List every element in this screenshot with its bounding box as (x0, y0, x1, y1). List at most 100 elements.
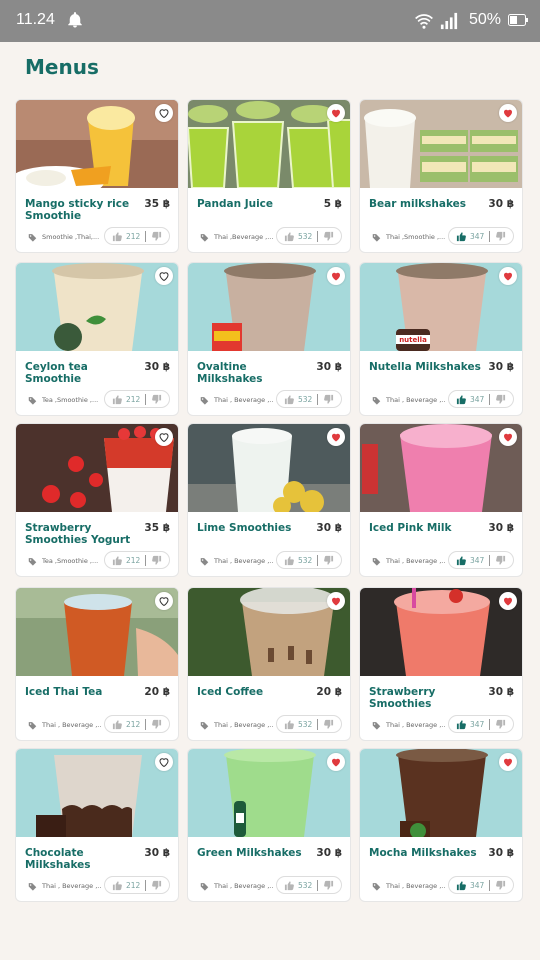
menu-card[interactable]: Mocha Milkshakes 30 ฿ Thai , Beverage ,.… (359, 748, 523, 902)
favorite-heart-icon[interactable] (327, 592, 345, 610)
vote-count: 212 (126, 881, 141, 890)
thumbs-down-icon[interactable] (323, 231, 334, 242)
menu-card[interactable]: Chocolate Milkshakes 30 ฿ Thai , Beverag… (15, 748, 179, 902)
favorite-heart-icon[interactable] (155, 592, 173, 610)
signal-icon (440, 12, 458, 30)
tag-icon (372, 234, 381, 242)
menu-card[interactable]: Iced Thai Tea 20 ฿ Thai , Beverage ,... … (15, 587, 179, 741)
menu-item-name: Ovaltine Milkshakes (197, 361, 263, 385)
battery-icon (508, 14, 528, 26)
thumbs-down-icon[interactable] (323, 880, 334, 891)
favorite-heart-icon[interactable] (499, 267, 517, 285)
vote-divider (489, 880, 490, 891)
wifi-icon (415, 14, 433, 29)
thumbs-down-icon[interactable] (495, 394, 506, 405)
thumbs-down-icon[interactable] (151, 880, 162, 891)
thumbs-up-icon[interactable] (284, 394, 295, 405)
thumbs-up-icon[interactable] (456, 880, 467, 891)
thumbs-up-icon[interactable] (112, 231, 123, 242)
menu-card[interactable]: Strawberry Smoothies 30 ฿ Thai , Beverag… (359, 587, 523, 741)
menu-item-tags: Thai , Beverage ,... (42, 882, 102, 890)
tag-icon (28, 883, 37, 891)
battery-level: 50% (469, 11, 502, 28)
menu-item-name: Nutella Milkshakes (369, 361, 481, 373)
menu-item-tags: Thai , Beverage ,... (214, 557, 274, 565)
favorite-heart-icon[interactable] (155, 267, 173, 285)
thumbs-up-icon[interactable] (112, 880, 123, 891)
thumbs-down-icon[interactable] (323, 719, 334, 730)
vote-pill: 212 (104, 390, 170, 408)
menu-card[interactable]: Bear milkshakes 30 ฿ Thai ,Smoothie ,...… (359, 99, 523, 253)
thumbs-up-icon[interactable] (112, 394, 123, 405)
favorite-heart-icon[interactable] (499, 592, 517, 610)
menu-item-price: 30 ฿ (144, 361, 170, 373)
thumbs-up-icon[interactable] (456, 231, 467, 242)
thumbs-up-icon[interactable] (284, 555, 295, 566)
thumbs-up-icon[interactable] (112, 719, 123, 730)
thumbs-down-icon[interactable] (495, 555, 506, 566)
thumbs-down-icon[interactable] (495, 231, 506, 242)
tag-icon (372, 558, 381, 566)
favorite-heart-icon[interactable] (327, 753, 345, 771)
tag-icon (28, 722, 37, 730)
menu-item-price: 20 ฿ (144, 686, 170, 698)
thumbs-down-icon[interactable] (151, 394, 162, 405)
thumbs-up-icon[interactable] (456, 555, 467, 566)
favorite-heart-icon[interactable] (499, 428, 517, 446)
menu-item-tags: Thai ,Beverage ,... (214, 233, 274, 241)
vote-pill: 347 (448, 715, 514, 733)
thumbs-down-icon[interactable] (323, 394, 334, 405)
menu-item-name: Iced Thai Tea (25, 686, 103, 698)
vote-count: 212 (126, 720, 141, 729)
vote-pill: 347 (448, 876, 514, 894)
tag-icon (200, 397, 209, 405)
menu-card[interactable]: Pandan Juice 5 ฿ Thai ,Beverage ,... 532 (187, 99, 351, 253)
vote-divider (317, 880, 318, 891)
thumbs-up-icon[interactable] (456, 394, 467, 405)
menu-card[interactable]: Lime Smoothies 30 ฿ Thai , Beverage ,...… (187, 423, 351, 577)
thumbs-down-icon[interactable] (151, 231, 162, 242)
thumbs-up-icon[interactable] (284, 880, 295, 891)
menu-card[interactable]: Mango sticky rice Smoothie 35 ฿ Smoothie… (15, 99, 179, 253)
tag-icon (372, 722, 381, 730)
menu-card[interactable]: Green Milkshakes 30 ฿ Thai , Beverage ,.… (187, 748, 351, 902)
menu-item-name: Bear milkshakes (369, 198, 467, 210)
menu-card[interactable]: nutella Nutella Milkshakes 30 ฿ Thai , B… (359, 262, 523, 416)
thumbs-down-icon[interactable] (151, 555, 162, 566)
thumbs-up-icon[interactable] (112, 555, 123, 566)
favorite-heart-icon[interactable] (327, 267, 345, 285)
thumbs-down-icon[interactable] (495, 719, 506, 730)
menu-card[interactable]: Ceylon tea Smoothie 30 ฿ Tea ,Smoothie ,… (15, 262, 179, 416)
menu-item-price: 30 ฿ (488, 847, 514, 859)
thumbs-down-icon[interactable] (495, 880, 506, 891)
vote-divider (145, 555, 146, 566)
vote-divider (317, 231, 318, 242)
favorite-heart-icon[interactable] (327, 428, 345, 446)
menu-item-price: 30 ฿ (488, 361, 514, 373)
menu-card[interactable]: Ovaltine Milkshakes 30 ฿ Thai , Beverage… (187, 262, 351, 416)
favorite-heart-icon[interactable] (155, 428, 173, 446)
menu-item-name: Mocha Milkshakes (369, 847, 477, 859)
vote-divider (145, 231, 146, 242)
favorite-heart-icon[interactable] (499, 753, 517, 771)
favorite-heart-icon[interactable] (155, 104, 173, 122)
menu-card[interactable]: Iced Coffee 20 ฿ Thai , Beverage ,... 53… (187, 587, 351, 741)
thumbs-up-icon[interactable] (284, 719, 295, 730)
thumbs-up-icon[interactable] (284, 231, 295, 242)
vote-count: 532 (298, 720, 313, 729)
favorite-heart-icon[interactable] (327, 104, 345, 122)
favorite-heart-icon[interactable] (499, 104, 517, 122)
thumbs-down-icon[interactable] (151, 719, 162, 730)
menu-item-name: Strawberry Smoothies Yogurt (25, 522, 131, 546)
vote-divider (145, 719, 146, 730)
favorite-heart-icon[interactable] (155, 753, 173, 771)
menu-card[interactable]: Iced Pink Milk 30 ฿ Thai , Beverage ,...… (359, 423, 523, 577)
menu-item-price: 5 ฿ (323, 198, 342, 210)
thumbs-up-icon[interactable] (456, 719, 467, 730)
vote-divider (145, 880, 146, 891)
vote-divider (317, 719, 318, 730)
menu-item-name: Green Milkshakes (197, 847, 302, 859)
thumbs-down-icon[interactable] (323, 555, 334, 566)
vote-count: 212 (126, 556, 141, 565)
menu-card[interactable]: Strawberry Smoothies Yogurt 35 ฿ Tea ,Sm… (15, 423, 179, 577)
